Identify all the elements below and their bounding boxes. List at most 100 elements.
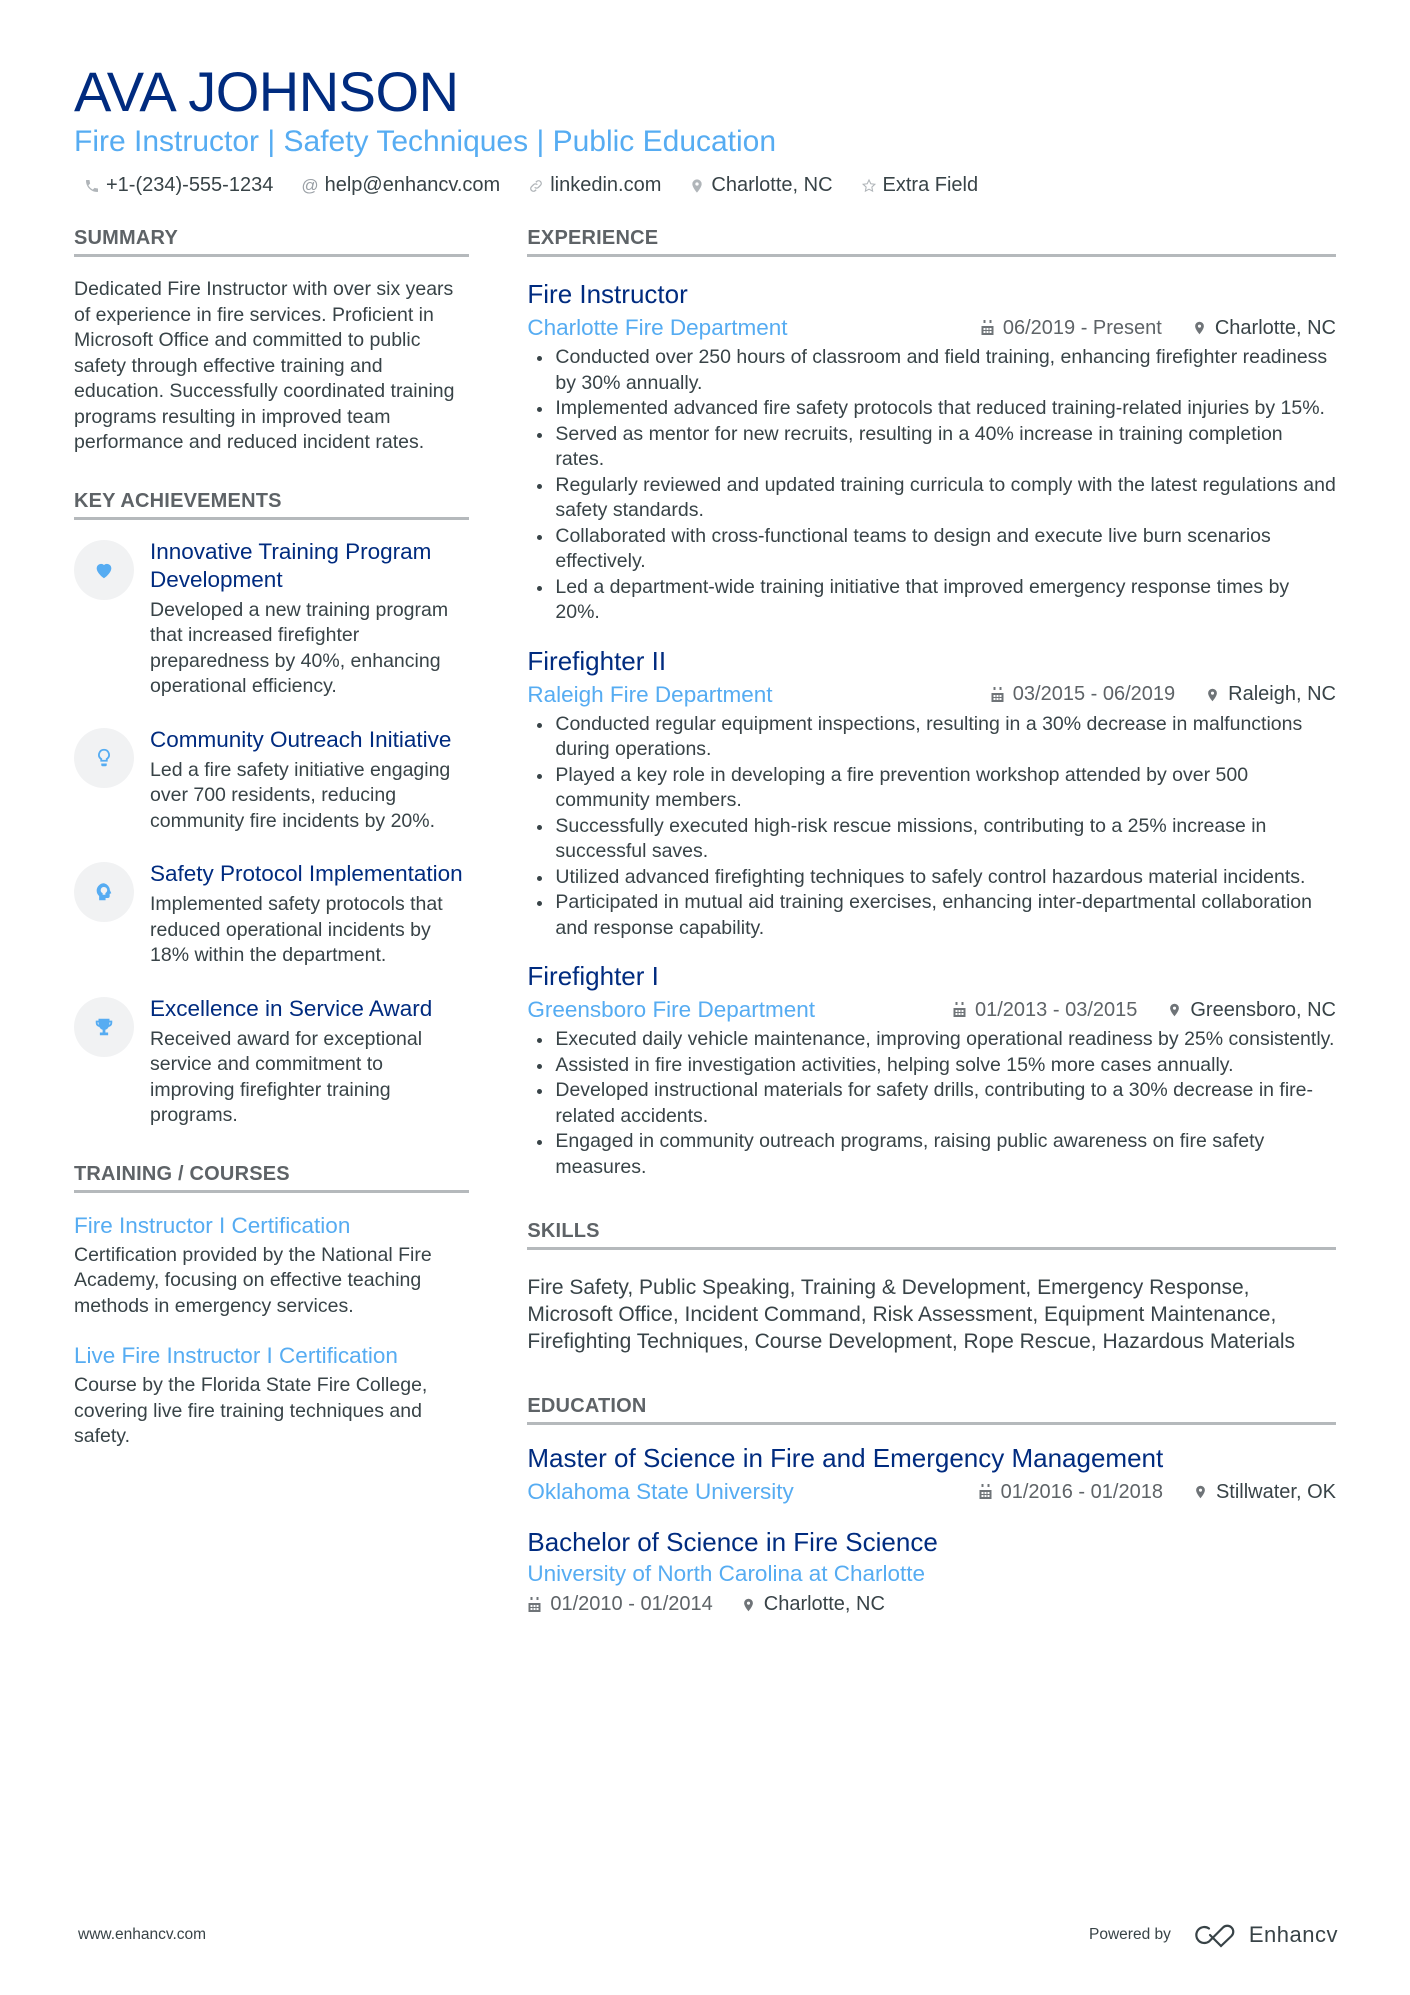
training-section: TRAINING / COURSES Fire Instructor I Cer… [74, 1163, 470, 1450]
job-title: Fire Instructor [527, 279, 688, 309]
footer-website-link[interactable]: www.enhancv.com [78, 1926, 206, 1944]
job-entry: Firefighter II Raleigh Fire Department 0… [527, 644, 1336, 942]
education-entry: Master of Science in Fire and Emergency … [527, 1441, 1336, 1507]
contact-extra-field-text: Extra Field [882, 174, 979, 196]
achievement-title: Innovative Training Program Development [150, 538, 432, 592]
contact-bar: +1-(234)-555-1234 @ help@enhancv.com lin… [74, 174, 1336, 197]
job-company: Greensboro Fire Department [527, 997, 815, 1022]
calendar-icon [953, 1002, 966, 1017]
job-bullet: Assisted in fire investigation activitie… [527, 1053, 1336, 1079]
job-entry: Fire Instructor Charlotte Fire Departmen… [527, 277, 1336, 626]
job-bullet: Conducted over 250 hours of classroom an… [527, 345, 1336, 396]
achievement-title: Safety Protocol Implementation [150, 861, 463, 886]
school-name: University of North Carolina at Charlott… [527, 1561, 926, 1586]
calendar-icon [981, 320, 994, 335]
calendar-icon [528, 1596, 541, 1612]
contact-phone-text: +1-(234)-555-1234 [106, 174, 274, 196]
job-bullet: Utilized advanced firefighting technique… [527, 865, 1336, 891]
job-company: Raleigh Fire Department [527, 681, 773, 707]
achievement-item: Safety Protocol Implementation Implement… [74, 860, 469, 969]
summary-text: Dedicated Fire Instructor with over six … [74, 278, 455, 453]
job-bullet: Served as mentor for new recruits, resul… [527, 422, 1336, 473]
resume-page: AVA JOHNSON Fire Instructor | Safety Tec… [0, 0, 1410, 1995]
contact-phone[interactable]: +1-(234)-555-1234 [84, 174, 273, 197]
job-title: Firefighter I [527, 961, 659, 991]
location-pin-icon [1196, 1485, 1205, 1499]
job-bullet: Played a key role in developing a fire p… [527, 763, 1336, 814]
course-description: Certification provided by the National F… [74, 1243, 432, 1317]
achievements-heading: KEY ACHIEVEMENTS [74, 490, 470, 520]
job-dates: 01/2013 - 03/2015 [975, 998, 1138, 1021]
enhancv-brand[interactable]: Enhancv [1193, 1922, 1338, 1948]
heart-icon [74, 539, 134, 600]
job-company: Charlotte Fire Department [527, 315, 788, 340]
achievement-title: Community Outreach Initiative [150, 726, 452, 752]
skills-heading: SKILLS [527, 1220, 1336, 1250]
experience-section: EXPERIENCE Fire Instructor Charlotte Fir… [527, 227, 1336, 1180]
school-name: Oklahoma State University [527, 1479, 794, 1504]
contact-linkedin[interactable]: linkedin.com [528, 174, 661, 197]
education-section: EDUCATION Master of Science in Fire and … [527, 1395, 1336, 1616]
course-title: Live Fire Instructor I Certification [74, 1343, 398, 1368]
course-description: Course by the Florida State Fire College… [74, 1374, 428, 1447]
location-pin-icon [689, 178, 705, 194]
job-location: Greensboro, NC [1190, 998, 1336, 1021]
job-location: Raleigh, NC [1228, 683, 1336, 705]
location-pin-icon [1170, 1003, 1180, 1017]
job-location: Charlotte, NC [1214, 316, 1336, 339]
skills-text: Fire Safety, Public Speaking, Training &… [527, 1276, 1296, 1353]
job-dates: 06/2019 - Present [1002, 316, 1162, 339]
head-brain-icon [74, 862, 134, 922]
location-pin-icon [1208, 688, 1218, 701]
job-bullet: Engaged in community outreach programs, … [527, 1129, 1336, 1180]
contact-linkedin-text: linkedin.com [550, 174, 662, 196]
achievement-item: Innovative Training Program Development … [74, 538, 469, 700]
achievement-description: Led a fire safety initiative engaging ov… [150, 758, 451, 832]
left-column: SUMMARY Dedicated Fire Instructor with o… [74, 227, 470, 1650]
achievements-section: KEY ACHIEVEMENTS Innovative Training Pro… [74, 490, 470, 1129]
achievement-item: Community Outreach Initiative Led a fire… [74, 726, 469, 835]
course-item: Live Fire Instructor I Certification Cou… [74, 1341, 469, 1450]
job-bullet: Participated in mutual aid training exer… [527, 890, 1336, 941]
enhancv-logo-icon [1195, 1924, 1235, 1948]
contact-email-text: help@enhancv.com [324, 174, 501, 196]
education-entry: Bachelor of Science in Fire Science Univ… [527, 1525, 1336, 1616]
education-dates: 01/2016 - 01/2018 [1000, 1480, 1163, 1503]
link-icon [528, 178, 544, 194]
degree-title: Master of Science in Fire and Emergency … [527, 1443, 1164, 1473]
page-footer: www.enhancv.com Powered by Enhancv [0, 1922, 1410, 1948]
right-column: EXPERIENCE Fire Instructor Charlotte Fir… [527, 227, 1336, 1650]
phone-icon [84, 178, 100, 194]
job-bullets: Conducted regular equipment inspections,… [527, 712, 1336, 942]
location-pin-icon [743, 1598, 753, 1611]
at-icon: @ [301, 175, 319, 195]
training-heading: TRAINING / COURSES [74, 1163, 470, 1193]
contact-email[interactable]: @ help@enhancv.com [301, 174, 500, 197]
job-bullet: Successfully executed high-risk rescue m… [527, 814, 1336, 865]
job-bullet: Led a department-wide training initiativ… [527, 575, 1336, 626]
job-entry: Firefighter I Greensboro Fire Department… [527, 959, 1336, 1180]
candidate-name: AVA JOHNSON [74, 60, 459, 123]
star-icon [861, 178, 877, 194]
calendar-icon [979, 1484, 992, 1499]
summary-heading: SUMMARY [74, 227, 470, 257]
job-bullet: Conducted regular equipment inspections,… [527, 712, 1336, 763]
candidate-headline: Fire Instructor | Safety Techniques | Pu… [74, 125, 777, 158]
experience-heading: EXPERIENCE [527, 227, 1336, 257]
skills-section: SKILLS Fire Safety, Public Speaking, Tra… [527, 1220, 1336, 1355]
calendar-icon [991, 686, 1004, 702]
job-bullet: Regularly reviewed and updated training … [527, 473, 1336, 524]
resume-header: AVA JOHNSON Fire Instructor | Safety Tec… [74, 60, 1336, 197]
education-heading: EDUCATION [527, 1395, 1336, 1425]
job-title: Firefighter II [527, 645, 667, 676]
achievement-description: Developed a new training program that in… [150, 598, 449, 698]
achievement-description: Implemented safety protocols that reduce… [150, 893, 443, 966]
job-bullet: Collaborated with cross-functional teams… [527, 524, 1336, 575]
location-pin-icon [1194, 321, 1204, 335]
degree-title: Bachelor of Science in Fire Science [527, 1527, 938, 1557]
enhancv-brand-name: Enhancv [1248, 1922, 1338, 1947]
course-title: Fire Instructor I Certification [74, 1212, 351, 1238]
lightbulb-icon [74, 727, 134, 788]
job-bullet: Implemented advanced fire safety protoco… [527, 396, 1336, 422]
contact-location: Charlotte, NC [689, 174, 833, 197]
